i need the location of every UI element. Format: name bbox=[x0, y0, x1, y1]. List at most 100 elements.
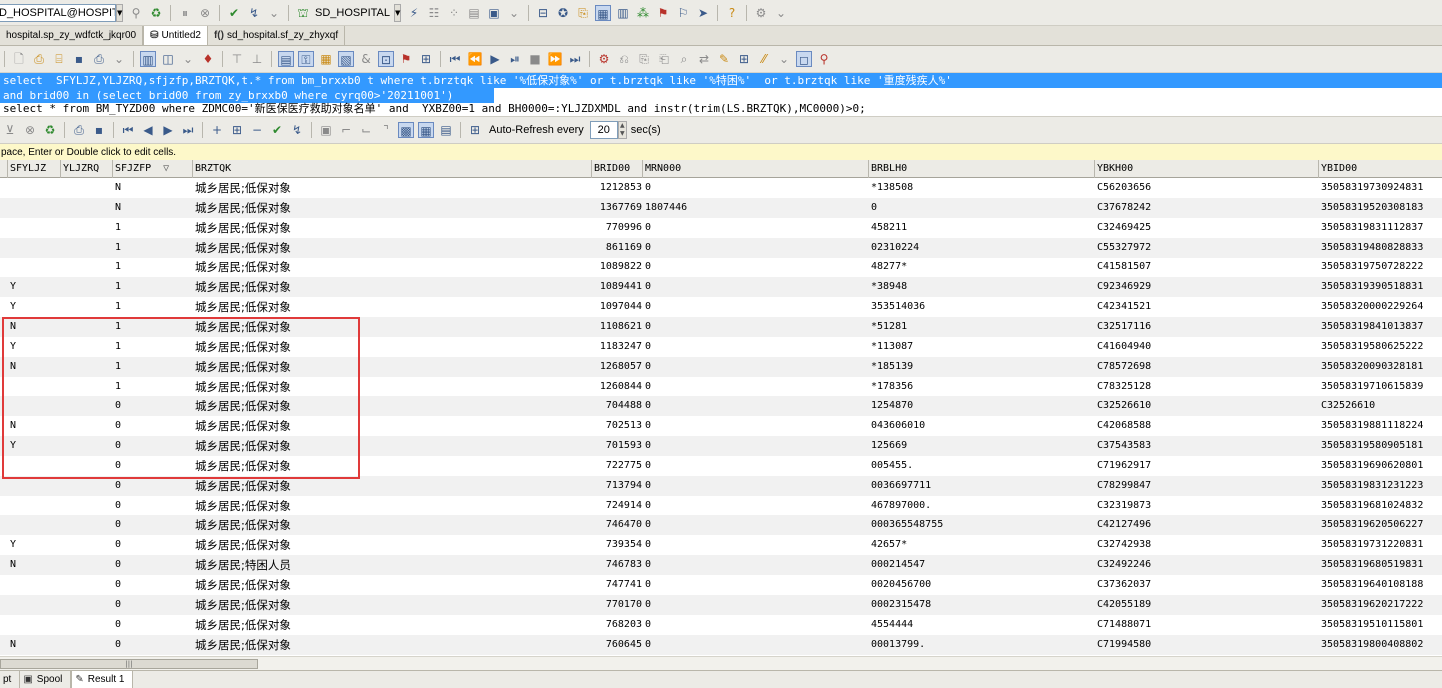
cell-yljzrq[interactable] bbox=[62, 337, 108, 357]
cell-yljzrq[interactable] bbox=[62, 297, 108, 317]
cell-mrn000[interactable]: 0 bbox=[645, 595, 845, 615]
stop-record-icon[interactable]: ■ bbox=[527, 51, 543, 67]
cell-ybid00[interactable]: 35058319750728222 bbox=[1321, 257, 1442, 277]
result-grid[interactable]: SFYLJZ YLJZRQ SFJZFP ▽ BRZTQK BRID00 MRN… bbox=[0, 160, 1442, 656]
cell-yljzrq[interactable] bbox=[62, 476, 108, 496]
cell-brid00[interactable]: 701593 bbox=[592, 436, 642, 456]
cell-brid00[interactable]: 746783 bbox=[592, 555, 642, 575]
cell-ybid00[interactable]: 35058319480828833 bbox=[1321, 238, 1442, 258]
table-row[interactable]: N 0 城乡居民;特困人员 746783 0 000214547 C32492246 3505… bbox=[0, 555, 1442, 576]
cell-ybid00[interactable]: 35058319520308183 bbox=[1321, 198, 1442, 218]
cell-yljzrq[interactable] bbox=[62, 515, 108, 535]
cell-brblh0[interactable]: 353514036 bbox=[871, 297, 1071, 317]
cell-brblh0[interactable]: 0002315478 bbox=[871, 595, 1071, 615]
cell-ybkh00[interactable]: C56203656 bbox=[1097, 178, 1297, 198]
cell-sfjzfp[interactable]: 1 bbox=[115, 337, 145, 357]
cell-ybid00[interactable]: 35058320000229264 bbox=[1321, 297, 1442, 317]
cell-sfyljz[interactable] bbox=[10, 257, 50, 277]
cell-brid00[interactable]: 1089441 bbox=[592, 277, 642, 297]
cell-brztqk[interactable]: 城乡居民;低保对象 bbox=[195, 436, 495, 456]
connection-label-dropdown[interactable]: ▼ bbox=[394, 3, 401, 22]
cell-ybid00[interactable]: 35058319881118224 bbox=[1321, 416, 1442, 436]
table-row[interactable]: 0 城乡居民;低保对象 747741 0 0020456700 C37362037 3505… bbox=[0, 575, 1442, 595]
cell-brblh0[interactable]: 1254870 bbox=[871, 396, 1071, 416]
table-row[interactable]: 0 城乡居民;低保对象 768203 0 4554444 C71488071 3505831… bbox=[0, 615, 1442, 635]
replace-icon[interactable]: ⇄ bbox=[696, 51, 712, 67]
table-row[interactable]: N 1 城乡居民;低保对象 1268057 0 *185139 C78572698 35058… bbox=[0, 356, 1442, 377]
command-window-icon[interactable]: ▥ bbox=[615, 5, 631, 21]
cell-brztqk[interactable]: 城乡居民;低保对象 bbox=[195, 357, 495, 377]
grid-view-icon[interactable]: ▧ bbox=[338, 51, 354, 67]
next-icon[interactable]: ⏩ bbox=[547, 51, 563, 67]
highlight-icon[interactable]: ✎ bbox=[716, 51, 732, 67]
cell-sfyljz[interactable]: N bbox=[10, 357, 50, 377]
single-record-view-icon[interactable]: ▣ bbox=[318, 122, 334, 138]
sql-line-3[interactable]: select * from BM_TYZD00 where ZDMC00='新医… bbox=[0, 101, 1442, 116]
cell-brztqk[interactable]: 城乡居民;低保对象 bbox=[195, 297, 495, 317]
cell-ybid00[interactable]: 35058319640108188 bbox=[1321, 575, 1442, 595]
cell-brblh0[interactable]: 005455. bbox=[871, 456, 1071, 476]
execute-icon[interactable]: ⚙ bbox=[596, 51, 612, 67]
cell-yljzrq[interactable] bbox=[62, 317, 108, 337]
cell-sfyljz[interactable] bbox=[10, 377, 50, 397]
play-icon[interactable]: ▶ bbox=[487, 51, 503, 67]
cell-ybid00[interactable]: 35058319620506227 bbox=[1321, 515, 1442, 535]
cell-ybid00[interactable]: 35058319731220831 bbox=[1321, 535, 1442, 555]
cell-ybkh00[interactable]: C32469425 bbox=[1097, 218, 1297, 238]
cell-brztqk[interactable]: 城乡居民;低保对象 bbox=[195, 317, 495, 337]
cell-mrn000[interactable]: 0 bbox=[645, 396, 845, 416]
cell-sfjzfp[interactable]: 0 bbox=[115, 496, 145, 516]
table-row[interactable]: 1 城乡居民;低保对象 1260844 0 *178356 C78325128 350583… bbox=[0, 377, 1442, 397]
cell-ybid00[interactable]: 35058319620217222 bbox=[1321, 595, 1442, 615]
report-icon[interactable]: ⚑ bbox=[655, 5, 671, 21]
auto-refresh-interval-input[interactable]: 20 bbox=[589, 121, 618, 139]
open-icon[interactable]: ⎙ bbox=[31, 51, 47, 67]
cell-ybid00[interactable]: 35058319730924831 bbox=[1321, 178, 1442, 198]
cell-mrn000[interactable]: 0 bbox=[645, 615, 845, 635]
table-row[interactable]: Y 0 城乡居民;低保对象 739354 0 42657* C32742938 3505831… bbox=[0, 535, 1442, 555]
cell-brblh0[interactable]: *178356 bbox=[871, 377, 1071, 397]
cell-sfjzfp[interactable]: 0 bbox=[115, 615, 145, 635]
cell-sfyljz[interactable]: N bbox=[10, 416, 50, 436]
cell-ybid00[interactable]: 35058320090328181 bbox=[1321, 357, 1442, 377]
bind-variables-icon[interactable]: ⊡ bbox=[378, 51, 394, 67]
insert-record-icon[interactable]: + bbox=[209, 122, 225, 138]
query-by-example-icon[interactable]: ⚿ bbox=[298, 51, 314, 67]
cell-sfjzfp[interactable]: 1 bbox=[115, 277, 145, 297]
cell-ybid00[interactable]: 35058319841013837 bbox=[1321, 317, 1442, 337]
object-browser-icon[interactable]: ⁂ bbox=[635, 5, 651, 21]
find-icon[interactable]: ⌕ bbox=[676, 51, 692, 67]
cell-ybkh00[interactable]: C32742938 bbox=[1097, 535, 1297, 555]
cell-mrn000[interactable]: 0 bbox=[645, 535, 845, 555]
filter-results-icon[interactable]: ⊻ bbox=[2, 122, 18, 138]
cell-ybkh00[interactable]: C78572698 bbox=[1097, 357, 1297, 377]
cell-mrn000[interactable]: 0 bbox=[645, 575, 845, 595]
cell-yljzrq[interactable] bbox=[62, 615, 108, 635]
cell-brztqk[interactable]: 城乡居民;低保对象 bbox=[195, 575, 495, 595]
cell-ybkh00[interactable]: C32517116 bbox=[1097, 317, 1297, 337]
cell-sfjzfp[interactable]: 1 bbox=[115, 238, 145, 258]
cell-sfyljz[interactable]: N bbox=[10, 555, 50, 575]
cell-ybid00[interactable]: 35058319690620801 bbox=[1321, 456, 1442, 476]
cell-sfjzfp[interactable]: N bbox=[115, 198, 145, 218]
not-null-icon[interactable]: ⌙ bbox=[358, 122, 374, 138]
cell-sfyljz[interactable] bbox=[10, 198, 50, 218]
more-dropdown-icon[interactable]: ⌄ bbox=[266, 5, 282, 21]
cell-ybkh00[interactable]: C42055189 bbox=[1097, 595, 1297, 615]
cell-sfyljz[interactable] bbox=[10, 476, 50, 496]
cell-brztqk[interactable]: 城乡居民;低保对象 bbox=[195, 218, 495, 238]
cell-yljzrq[interactable] bbox=[62, 496, 108, 516]
cell-ybkh00[interactable]: C37543583 bbox=[1097, 436, 1297, 456]
column-header-brztqk[interactable]: BRZTQK bbox=[193, 160, 592, 178]
column-header-mrn000[interactable]: MRN000 bbox=[643, 160, 869, 178]
cell-ybid00[interactable]: 35058319831231223 bbox=[1321, 476, 1442, 496]
cell-ybkh00[interactable]: C78299847 bbox=[1097, 476, 1297, 496]
cell-sfyljz[interactable] bbox=[10, 595, 50, 615]
cell-brztqk[interactable]: 城乡居民;低保对象 bbox=[195, 198, 495, 218]
code-assistant-icon[interactable]: ♦ bbox=[200, 51, 216, 67]
table-row[interactable]: 1 城乡居民;低保对象 861169 0 02310224 C55327972 350583… bbox=[0, 237, 1442, 258]
cell-sfjzfp[interactable]: 0 bbox=[115, 555, 145, 575]
cell-brid00[interactable]: 1367769 bbox=[592, 198, 642, 218]
tab-untitled2[interactable]: ⛁ Untitled2 bbox=[143, 26, 208, 45]
cell-brblh0[interactable]: *38948 bbox=[871, 277, 1071, 297]
